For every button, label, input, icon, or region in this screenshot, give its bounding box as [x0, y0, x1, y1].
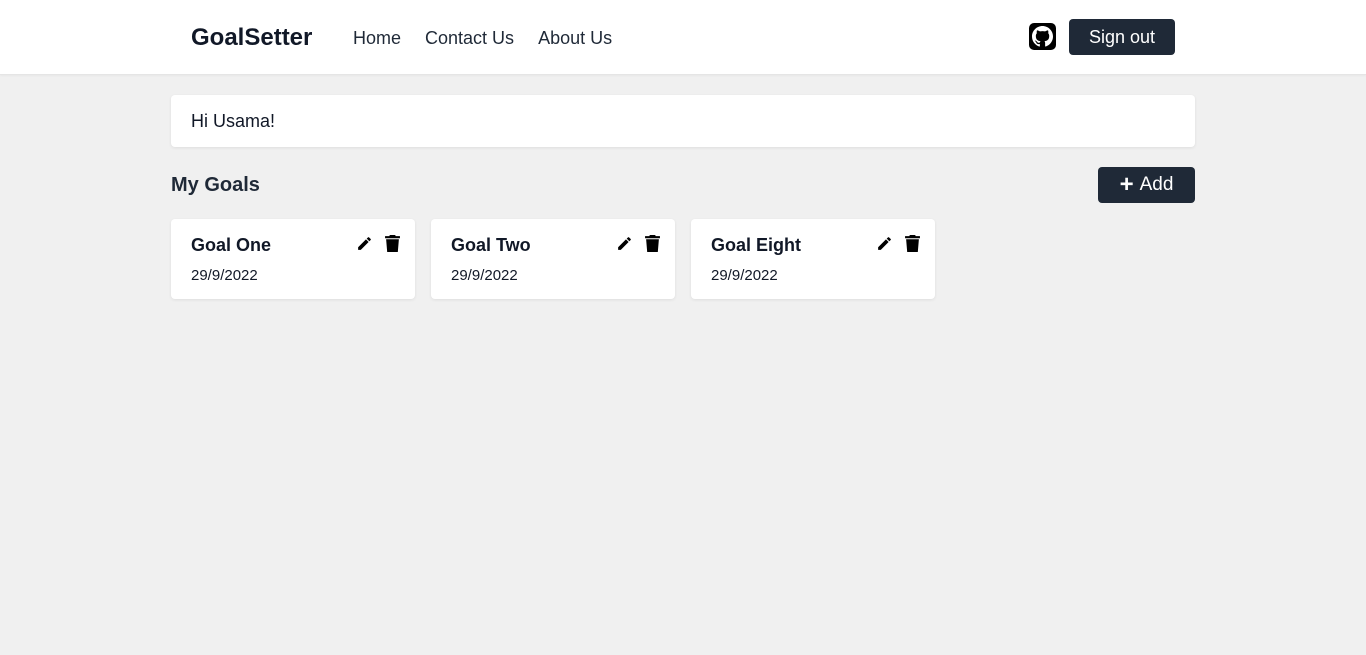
add-goal-label: Add	[1139, 174, 1174, 195]
goal-date: 29/9/2022	[711, 267, 778, 284]
goal-actions	[355, 234, 401, 252]
github-icon[interactable]	[1029, 23, 1056, 50]
delete-trash-icon[interactable]	[643, 234, 661, 252]
goal-title: Goal One	[191, 235, 272, 255]
goal-card: Goal One 29/9/2022	[171, 219, 415, 299]
sign-out-button[interactable]: Sign out	[1069, 19, 1175, 55]
goal-card: Goal Two 29/9/2022	[431, 219, 675, 299]
goal-title: Goal Eight	[711, 235, 801, 255]
nav-link-about-us[interactable]: About Us	[538, 27, 612, 49]
greeting-text: Hi Usama!	[191, 111, 276, 131]
goal-card: Goal Eight 29/9/2022	[691, 219, 935, 299]
nav-links: Home Contact Us About Us	[353, 27, 612, 49]
goal-actions	[875, 234, 921, 252]
edit-pencil-icon[interactable]	[875, 234, 893, 252]
edit-pencil-icon[interactable]	[355, 234, 373, 252]
edit-pencil-icon[interactable]	[615, 234, 633, 252]
greeting-card: Hi Usama!	[171, 95, 1195, 147]
nav-link-home[interactable]: Home	[353, 27, 401, 49]
github-icon-glyph	[1032, 26, 1053, 47]
plus-icon: +	[1119, 171, 1134, 198]
navbar: GoalSetter Home Contact Us About Us Sign…	[0, 0, 1366, 75]
goal-date: 29/9/2022	[451, 267, 518, 284]
section-title: My Goals	[171, 174, 260, 196]
goal-title: Goal Two	[451, 235, 531, 255]
brand-logo[interactable]: GoalSetter	[191, 24, 312, 52]
goal-actions	[615, 234, 661, 252]
delete-trash-icon[interactable]	[903, 234, 921, 252]
delete-trash-icon[interactable]	[383, 234, 401, 252]
add-goal-button[interactable]: + Add	[1098, 167, 1195, 203]
goal-date: 29/9/2022	[191, 267, 258, 284]
goals-list: Goal One 29/9/2022 Goal Two 29/9/2022 Go…	[171, 219, 935, 299]
nav-link-contact-us[interactable]: Contact Us	[425, 27, 514, 49]
